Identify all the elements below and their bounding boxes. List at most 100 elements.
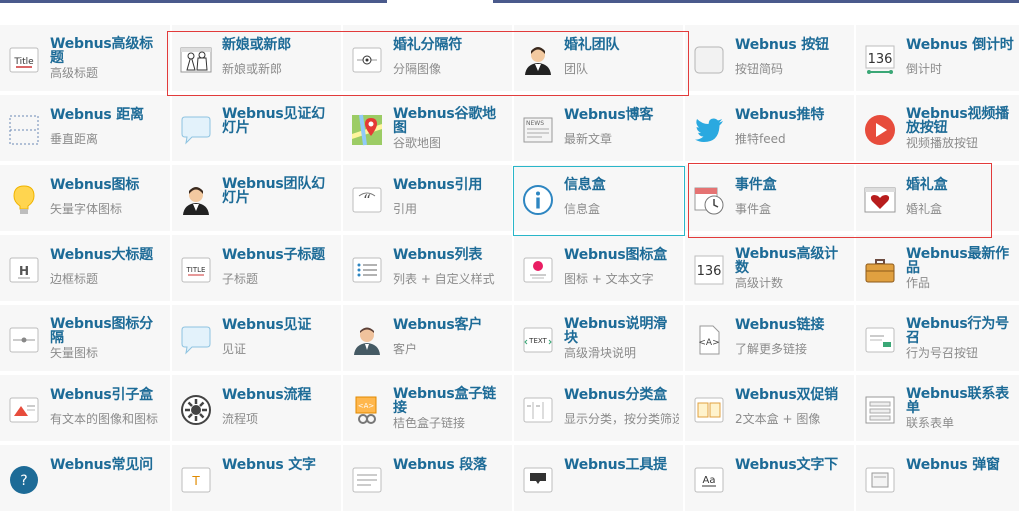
shortcode-item-r7-c3[interactable]: Webnus 段落 <box>343 445 512 513</box>
shortcode-item-r6-c3[interactable]: <A> Webnus盒子链接 桔色盒子链接 <box>343 375 512 443</box>
shortcode-title: Webnus列表 <box>393 247 483 263</box>
shortcode-item-r5-c1[interactable]: Webnus图标分隔 矢量图标 <box>0 305 170 373</box>
shortcode-item-r7-c4[interactable]: Webnus工具提 <box>514 445 683 513</box>
shortcode-subtitle: 新娘或新郎 <box>222 63 283 76</box>
shortcode-item-r2-c3[interactable]: Webnus谷歌地图 谷歌地图 <box>343 95 512 163</box>
shortcode-item-r4-c4[interactable]: Webnus图标盒 图标 + 文本文字 <box>514 235 683 303</box>
shortcode-item-r1-c2[interactable]: 新娘或新郎 新娘或新郎 <box>172 25 341 93</box>
speech-bubble-icon <box>180 324 212 356</box>
shortcode-subtitle: 高级计数 <box>735 277 784 290</box>
shortcode-title: Webnus图标分隔 <box>50 316 153 346</box>
shortcode-item-r1-c5[interactable]: Webnus 按钮 按钮简码 <box>685 25 854 93</box>
button-icon <box>693 44 725 76</box>
heading-h-icon: H <box>8 254 40 286</box>
shortcode-item-r3-c1[interactable]: Webnus图标 矢量字体图标 <box>0 165 170 233</box>
shortcode-title: Webnus客户 <box>393 317 483 333</box>
shortcode-item-r1-c6[interactable]: 136 Webnus 倒计时 倒计时 <box>856 25 1019 93</box>
info-icon <box>522 184 554 216</box>
shortcode-title: Webnus联系表单 <box>906 386 1009 416</box>
list-icon <box>351 254 383 286</box>
shortcode-title: Webnus见证幻灯片 <box>222 106 325 136</box>
shortcode-item-r6-c6[interactable]: Webnus联系表单 联系表单 <box>856 375 1019 443</box>
shortcode-item-r2-c1[interactable]: Webnus 距离 垂直距离 <box>0 95 170 163</box>
shortcode-subtitle: 边框标题 <box>50 273 99 286</box>
shortcode-subtitle: 流程项 <box>222 413 259 426</box>
shortcode-item-r2-c2[interactable]: Webnus见证幻灯片 <box>172 95 341 163</box>
shortcode-item-r7-c2[interactable]: T Webnus 文字 <box>172 445 341 513</box>
shortcode-item-r5-c6[interactable]: Webnus行为号召 行为号召按钮 <box>856 305 1019 373</box>
shortcode-row: Webnus引子盒 有文本的图像和图标 Webnus流程 流程项 <A> Webnus盒子… <box>0 375 1019 445</box>
shortcode-subtitle: 分隔图像 <box>393 63 442 76</box>
shortcode-subtitle: 垂直距离 <box>50 133 99 146</box>
category-box-icon <box>522 394 554 426</box>
shortcode-title: Webnus行为号召 <box>906 316 1009 346</box>
shortcode-subtitle: 作品 <box>906 277 931 290</box>
bride-groom-icon <box>180 44 212 76</box>
process-gear-icon <box>180 394 212 426</box>
shortcode-item-r5-c5[interactable]: <A> Webnus链接 了解更多链接 <box>685 305 854 373</box>
shortcode-item-r5-c4[interactable]: TEXT Webnus说明滑块 高级滑块说明 <box>514 305 683 373</box>
shortcode-subtitle: 子标题 <box>222 273 259 286</box>
call-to-action-icon <box>864 324 896 356</box>
shortcode-item-r2-c5[interactable]: Webnus推特 推特feed <box>685 95 854 163</box>
shortcode-item-r3-c2[interactable]: Webnus团队幻灯片 <box>172 165 341 233</box>
shortcode-item-r6-c4[interactable]: Webnus分类盒 显示分类，按分类筛选 <box>514 375 683 443</box>
shortcode-title: Webnus 按钮 <box>735 37 829 53</box>
shortcode-title: Webnus高级计数 <box>735 246 838 276</box>
shortcode-title: Webnus大标题 <box>50 247 153 263</box>
link-code-icon: <A> <box>693 324 725 356</box>
calendar-clock-icon <box>693 184 725 216</box>
svg-text:T: T <box>191 474 200 488</box>
separator-icon <box>351 44 383 76</box>
shortcode-item-r6-c1[interactable]: Webnus引子盒 有文本的图像和图标 <box>0 375 170 443</box>
icon-separator-icon <box>8 324 40 356</box>
shortcode-title: Webnus博客 <box>564 107 654 123</box>
shortcode-item-r6-c2[interactable]: Webnus流程 流程项 <box>172 375 341 443</box>
shortcode-title: Webnus谷歌地图 <box>393 106 496 136</box>
shortcode-title: Webnus见证 <box>222 317 312 333</box>
shortcode-item-r7-c1[interactable]: ? Webnus常见问 <box>0 445 170 513</box>
shortcode-subtitle: 列表 + 自定义样式 <box>393 273 495 286</box>
shortcode-title: Webnus常见问 <box>50 457 153 473</box>
shortcode-item-r2-c6[interactable]: Webnus视频播放按钮 视频播放按钮 <box>856 95 1019 163</box>
shortcode-subtitle: 高级标题 <box>50 67 99 80</box>
person-avatar-icon <box>180 184 212 216</box>
svg-text:H: H <box>19 264 29 278</box>
shortcode-row: H Webnus大标题 边框标题 TITLE Webnus子标题 子标题 Webnus列表列… <box>0 235 1019 305</box>
shortcode-item-r3-c3[interactable]: “ Webnus引用 引用 <box>343 165 512 233</box>
svg-text:<A>: <A> <box>698 338 719 348</box>
shortcode-item-r3-c6[interactable]: 婚礼盒 婚礼盒 <box>856 165 1019 233</box>
title-text-icon: Title <box>8 44 40 76</box>
shortcode-item-r7-c6[interactable]: Webnus 弹窗 <box>856 445 1019 513</box>
shortcode-subtitle: 有文本的图像和图标 <box>50 413 159 426</box>
shortcode-item-r4-c6[interactable]: Webnus最新作品 作品 <box>856 235 1019 303</box>
shortcode-title: 信息盒 <box>564 177 606 193</box>
svg-text:136: 136 <box>868 52 893 67</box>
teaser-box-icon <box>8 394 40 426</box>
person-avatar-icon <box>522 44 554 76</box>
shortcode-row: ? Webnus常见问 T Webnus 文字 Webnus 段落 Webnus工具提 Aa… <box>0 445 1019 515</box>
shortcode-item-r7-c5[interactable]: Aa Webnus文字下 <box>685 445 854 513</box>
shortcode-item-r4-c5[interactable]: 136 Webnus高级计数 高级计数 <box>685 235 854 303</box>
shortcode-item-r5-c2[interactable]: Webnus见证 见证 <box>172 305 341 373</box>
shortcode-item-r2-c4[interactable]: NEWS Webnus博客 最新文章 <box>514 95 683 163</box>
shortcode-subtitle: 矢量图标 <box>50 347 99 360</box>
shortcode-item-r5-c3[interactable]: Webnus客户 客户 <box>343 305 512 373</box>
svg-text:NEWS: NEWS <box>526 120 544 127</box>
shortcode-item-r1-c3[interactable]: 婚礼分隔符 分隔图像 <box>343 25 512 93</box>
shortcode-item-r3-c5[interactable]: 事件盒 事件盒 <box>685 165 854 233</box>
shortcode-subtitle: 高级滑块说明 <box>564 347 637 360</box>
shortcode-item-r4-c2[interactable]: TITLE Webnus子标题 子标题 <box>172 235 341 303</box>
shortcode-item-r4-c3[interactable]: Webnus列表 列表 + 自定义样式 <box>343 235 512 303</box>
shortcode-item-r4-c1[interactable]: H Webnus大标题 边框标题 <box>0 235 170 303</box>
shortcode-item-r3-c4[interactable]: 信息盒 信息盒 <box>514 165 683 233</box>
shortcode-item-r1-c1[interactable]: Title Webnus高级标题 高级标题 <box>0 25 170 93</box>
shortcode-item-r1-c4[interactable]: 婚礼团队 团队 <box>514 25 683 93</box>
svg-text:<A>: <A> <box>358 402 375 410</box>
shortcode-title: Webnus分类盒 <box>564 387 667 403</box>
contact-form-icon <box>864 394 896 426</box>
shortcode-subtitle: 事件盒 <box>735 203 772 216</box>
shortcode-subtitle: 见证 <box>222 343 247 356</box>
shortcode-item-r6-c5[interactable]: Webnus双促销 2文本盒 + 图像 <box>685 375 854 443</box>
shortcode-subtitle: 矢量字体图标 <box>50 203 123 216</box>
